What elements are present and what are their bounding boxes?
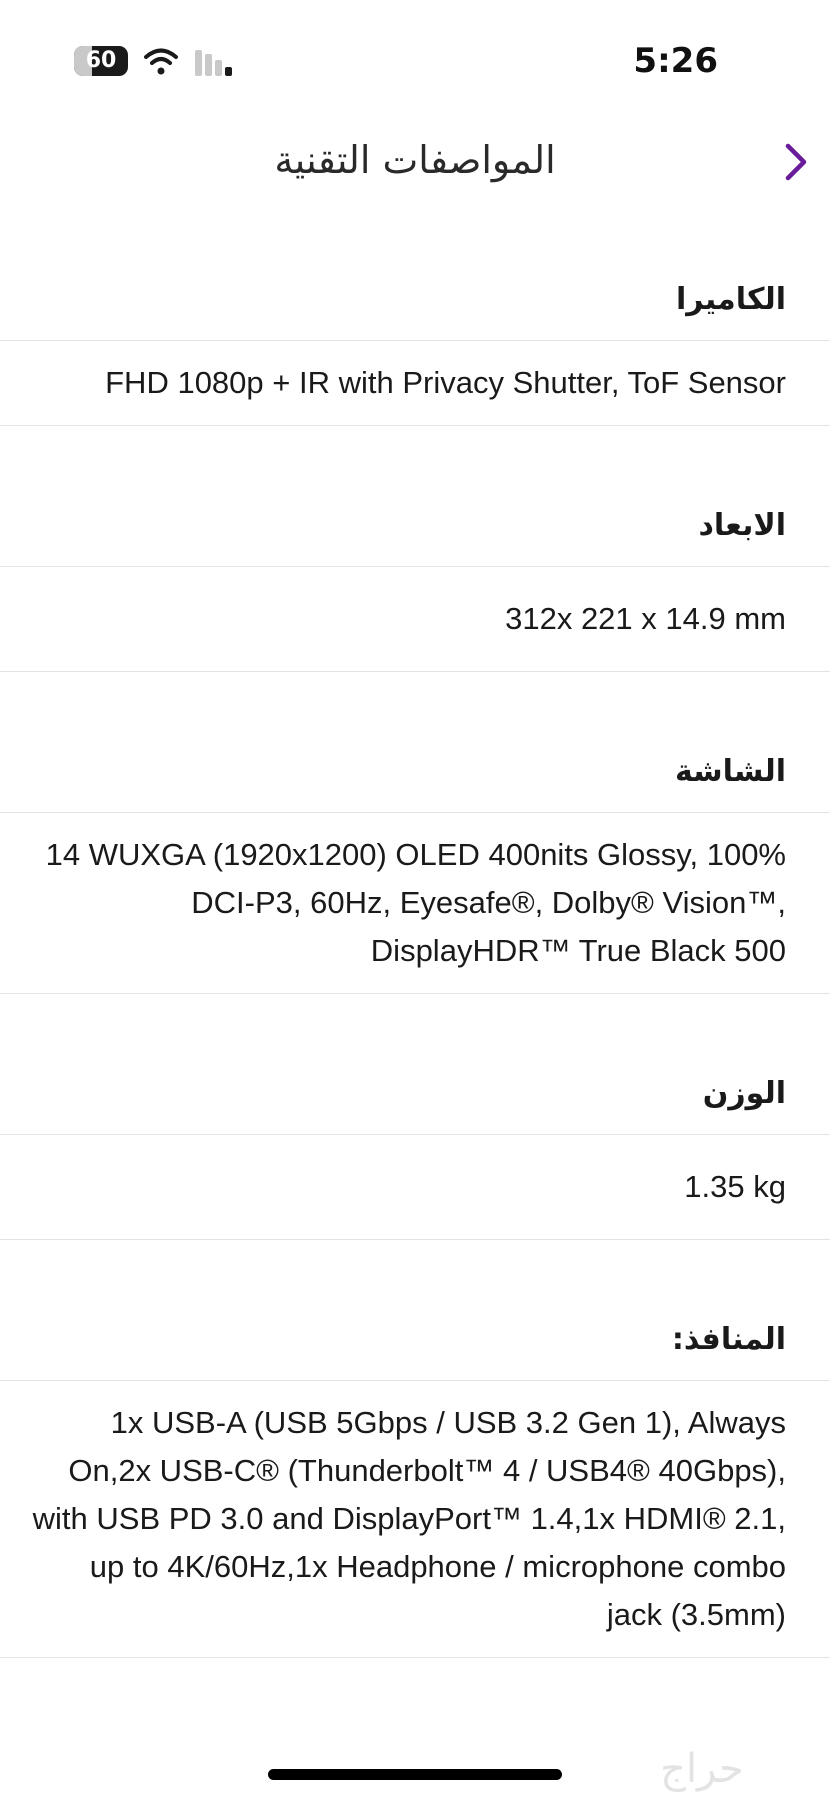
- spec-value-weight: 1.35 kg: [0, 1135, 830, 1240]
- spec-label: الابعاد: [698, 508, 786, 543]
- spec-page: 60 5:26 المواصفات التقنية الكاميرا FHD 1…: [0, 0, 830, 1800]
- page-title: المواصفات التقنية: [274, 138, 556, 182]
- spec-label: المنافذ:: [671, 1322, 786, 1357]
- haraj-watermark-logo: حراج: [660, 1746, 744, 1793]
- chevron-right-icon: [785, 143, 807, 181]
- home-indicator[interactable]: [268, 1769, 562, 1780]
- spec-value-display: 14 WUXGA (1920x1200) OLED 400nits Glossy…: [0, 813, 830, 994]
- spec-value-ports: 1x USB-A (USB 5Gbps / USB 3.2 Gen 1), Al…: [0, 1381, 830, 1658]
- svg-text:حراج: حراج: [660, 1746, 744, 1793]
- status-bar: 60 5:26: [0, 0, 830, 110]
- spec-value-dimensions: 312x 221 x 14.9 mm: [0, 567, 830, 672]
- status-time: 5:26: [633, 41, 718, 81]
- battery-level: 60: [85, 48, 117, 73]
- back-button[interactable]: [770, 132, 820, 192]
- cellular-signal-icon: [195, 48, 237, 76]
- battery-icon: 60: [74, 46, 128, 76]
- spec-list: الكاميرا FHD 1080p + IR with Privacy Shu…: [0, 240, 830, 1658]
- header: المواصفات التقنية: [0, 110, 830, 210]
- wifi-icon: [144, 48, 178, 75]
- spec-heading-camera: الكاميرا: [0, 240, 830, 341]
- spec-value-camera: FHD 1080p + IR with Privacy Shutter, ToF…: [0, 341, 830, 426]
- spec-heading-dimensions: الابعاد: [0, 466, 830, 567]
- spec-label: الكاميرا: [675, 282, 786, 317]
- spec-label: الشاشة: [674, 754, 786, 789]
- spec-heading-ports: المنافذ:: [0, 1280, 830, 1381]
- spec-label: الوزن: [702, 1076, 786, 1111]
- spec-heading-weight: الوزن: [0, 1034, 830, 1135]
- spec-heading-display: الشاشة: [0, 712, 830, 813]
